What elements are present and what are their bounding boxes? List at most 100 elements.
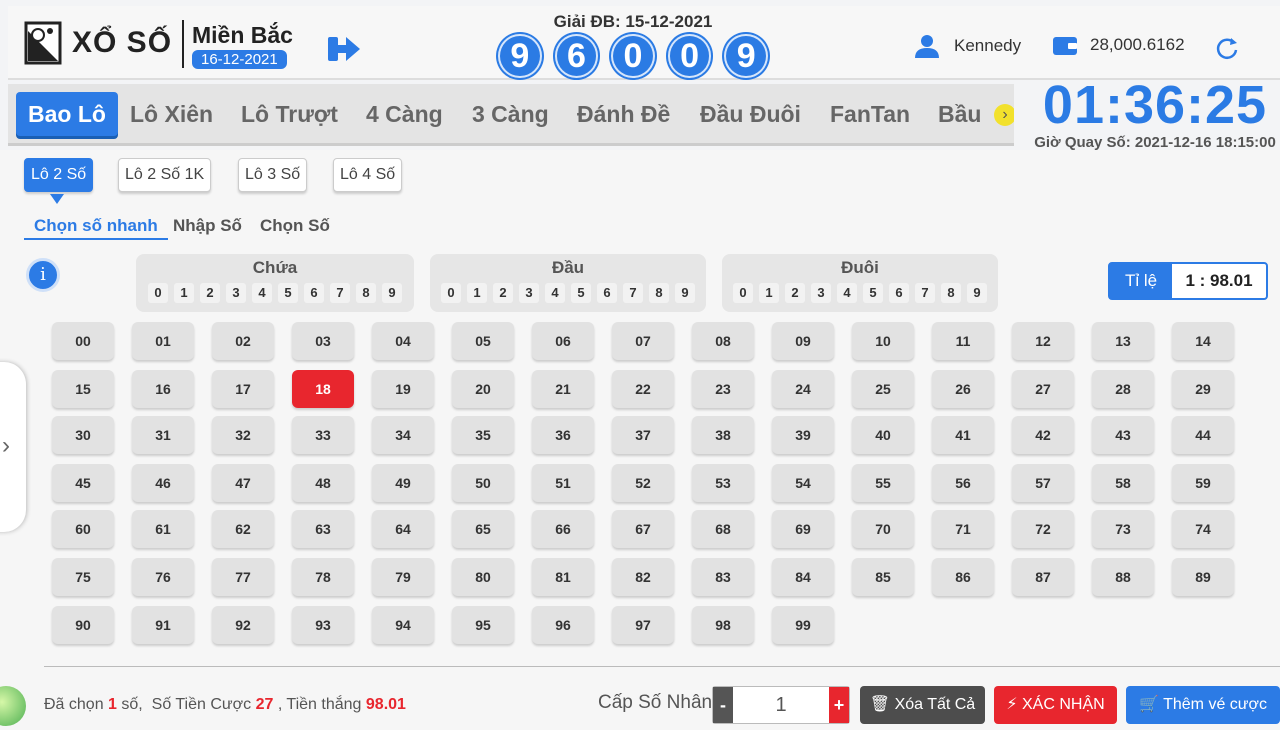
number-cell-51[interactable]: 51 <box>532 464 594 502</box>
number-cell-64[interactable]: 64 <box>372 510 434 548</box>
number-cell-31[interactable]: 31 <box>132 416 194 454</box>
filter-digit[interactable]: 9 <box>675 283 695 303</box>
number-cell-49[interactable]: 49 <box>372 464 434 502</box>
number-cell-55[interactable]: 55 <box>852 464 914 502</box>
subtab-lo-3-so[interactable]: Lô 3 Số <box>238 158 308 192</box>
number-cell-88[interactable]: 88 <box>1092 558 1154 596</box>
side-drawer-handle[interactable]: › <box>0 362 26 532</box>
number-cell-63[interactable]: 63 <box>292 510 354 548</box>
number-cell-28[interactable]: 28 <box>1092 370 1154 408</box>
number-cell-39[interactable]: 39 <box>772 416 834 454</box>
number-cell-89[interactable]: 89 <box>1172 558 1234 596</box>
filter-digit[interactable]: 9 <box>382 283 402 303</box>
number-cell-73[interactable]: 73 <box>1092 510 1154 548</box>
number-cell-60[interactable]: 60 <box>52 510 114 548</box>
mode-select-numbers[interactable]: Chọn Số <box>260 216 330 236</box>
filter-digit[interactable]: 8 <box>356 283 376 303</box>
add-ticket-button[interactable]: 🛒 Thêm vé cược <box>1126 686 1280 724</box>
number-cell-24[interactable]: 24 <box>772 370 834 408</box>
filter-digit[interactable]: 3 <box>811 283 831 303</box>
subtab-lo-2-so[interactable]: Lô 2 Số <box>24 158 94 192</box>
number-cell-74[interactable]: 74 <box>1172 510 1234 548</box>
logout-icon[interactable] <box>326 34 362 64</box>
number-cell-59[interactable]: 59 <box>1172 464 1234 502</box>
number-cell-78[interactable]: 78 <box>292 558 354 596</box>
number-cell-26[interactable]: 26 <box>932 370 994 408</box>
number-cell-21[interactable]: 21 <box>532 370 594 408</box>
number-cell-62[interactable]: 62 <box>212 510 274 548</box>
number-cell-84[interactable]: 84 <box>772 558 834 596</box>
number-cell-34[interactable]: 34 <box>372 416 434 454</box>
number-cell-16[interactable]: 16 <box>132 370 194 408</box>
filter-digit[interactable]: 0 <box>441 283 461 303</box>
number-cell-02[interactable]: 02 <box>212 322 274 360</box>
tab-lo-truot[interactable]: Lô Trượt <box>241 92 338 136</box>
number-cell-04[interactable]: 04 <box>372 322 434 360</box>
number-cell-69[interactable]: 69 <box>772 510 834 548</box>
number-cell-46[interactable]: 46 <box>132 464 194 502</box>
number-cell-83[interactable]: 83 <box>692 558 754 596</box>
number-cell-87[interactable]: 87 <box>1012 558 1074 596</box>
number-cell-97[interactable]: 97 <box>612 606 674 644</box>
number-cell-36[interactable]: 36 <box>532 416 594 454</box>
number-cell-42[interactable]: 42 <box>1012 416 1074 454</box>
number-cell-33[interactable]: 33 <box>292 416 354 454</box>
number-cell-99[interactable]: 99 <box>772 606 834 644</box>
multiplier-input[interactable]: 1 <box>733 687 829 723</box>
filter-digit[interactable]: 5 <box>571 283 591 303</box>
number-cell-38[interactable]: 38 <box>692 416 754 454</box>
number-cell-75[interactable]: 75 <box>52 558 114 596</box>
number-cell-03[interactable]: 03 <box>292 322 354 360</box>
filter-digit[interactable]: 1 <box>759 283 779 303</box>
tab-3-cang[interactable]: 3 Càng <box>472 92 549 136</box>
number-cell-41[interactable]: 41 <box>932 416 994 454</box>
number-cell-93[interactable]: 93 <box>292 606 354 644</box>
tab-danh-de[interactable]: Đánh Đề <box>577 92 670 136</box>
number-cell-06[interactable]: 06 <box>532 322 594 360</box>
subtab-lo-4-so[interactable]: Lô 4 Số <box>333 158 403 192</box>
info-icon[interactable]: i <box>26 258 60 292</box>
filter-digit[interactable]: 3 <box>226 283 246 303</box>
number-cell-20[interactable]: 20 <box>452 370 514 408</box>
confirm-button[interactable]: ⚡ XÁC NHẬN <box>994 686 1117 724</box>
number-cell-22[interactable]: 22 <box>612 370 674 408</box>
number-cell-14[interactable]: 14 <box>1172 322 1234 360</box>
number-cell-08[interactable]: 08 <box>692 322 754 360</box>
filter-digit[interactable]: 5 <box>278 283 298 303</box>
filter-digit[interactable]: 9 <box>967 283 987 303</box>
number-cell-25[interactable]: 25 <box>852 370 914 408</box>
number-cell-96[interactable]: 96 <box>532 606 594 644</box>
number-cell-95[interactable]: 95 <box>452 606 514 644</box>
filter-digit[interactable]: 4 <box>837 283 857 303</box>
filter-digit[interactable]: 8 <box>941 283 961 303</box>
number-cell-35[interactable]: 35 <box>452 416 514 454</box>
number-cell-23[interactable]: 23 <box>692 370 754 408</box>
mode-quick-pick[interactable]: Chọn số nhanh <box>24 216 168 240</box>
number-cell-91[interactable]: 91 <box>132 606 194 644</box>
number-cell-29[interactable]: 29 <box>1172 370 1234 408</box>
number-cell-09[interactable]: 09 <box>772 322 834 360</box>
refresh-icon[interactable] <box>1212 34 1242 64</box>
number-cell-15[interactable]: 15 <box>52 370 114 408</box>
number-cell-48[interactable]: 48 <box>292 464 354 502</box>
number-cell-10[interactable]: 10 <box>852 322 914 360</box>
filter-digit[interactable]: 8 <box>649 283 669 303</box>
number-cell-50[interactable]: 50 <box>452 464 514 502</box>
number-cell-56[interactable]: 56 <box>932 464 994 502</box>
number-cell-71[interactable]: 71 <box>932 510 994 548</box>
number-cell-45[interactable]: 45 <box>52 464 114 502</box>
tab-lo-xien[interactable]: Lô Xiên <box>130 92 213 136</box>
number-cell-01[interactable]: 01 <box>132 322 194 360</box>
logo[interactable]: XỔ SỐ <box>24 18 174 68</box>
number-cell-12[interactable]: 12 <box>1012 322 1074 360</box>
number-cell-82[interactable]: 82 <box>612 558 674 596</box>
increment-button[interactable]: + <box>829 687 849 723</box>
number-cell-27[interactable]: 27 <box>1012 370 1074 408</box>
filter-digit[interactable]: 4 <box>545 283 565 303</box>
number-cell-94[interactable]: 94 <box>372 606 434 644</box>
number-cell-47[interactable]: 47 <box>212 464 274 502</box>
number-cell-65[interactable]: 65 <box>452 510 514 548</box>
filter-digit[interactable]: 0 <box>733 283 753 303</box>
subtab-lo-2-so-1k[interactable]: Lô 2 Số 1K <box>118 158 212 192</box>
number-cell-76[interactable]: 76 <box>132 558 194 596</box>
